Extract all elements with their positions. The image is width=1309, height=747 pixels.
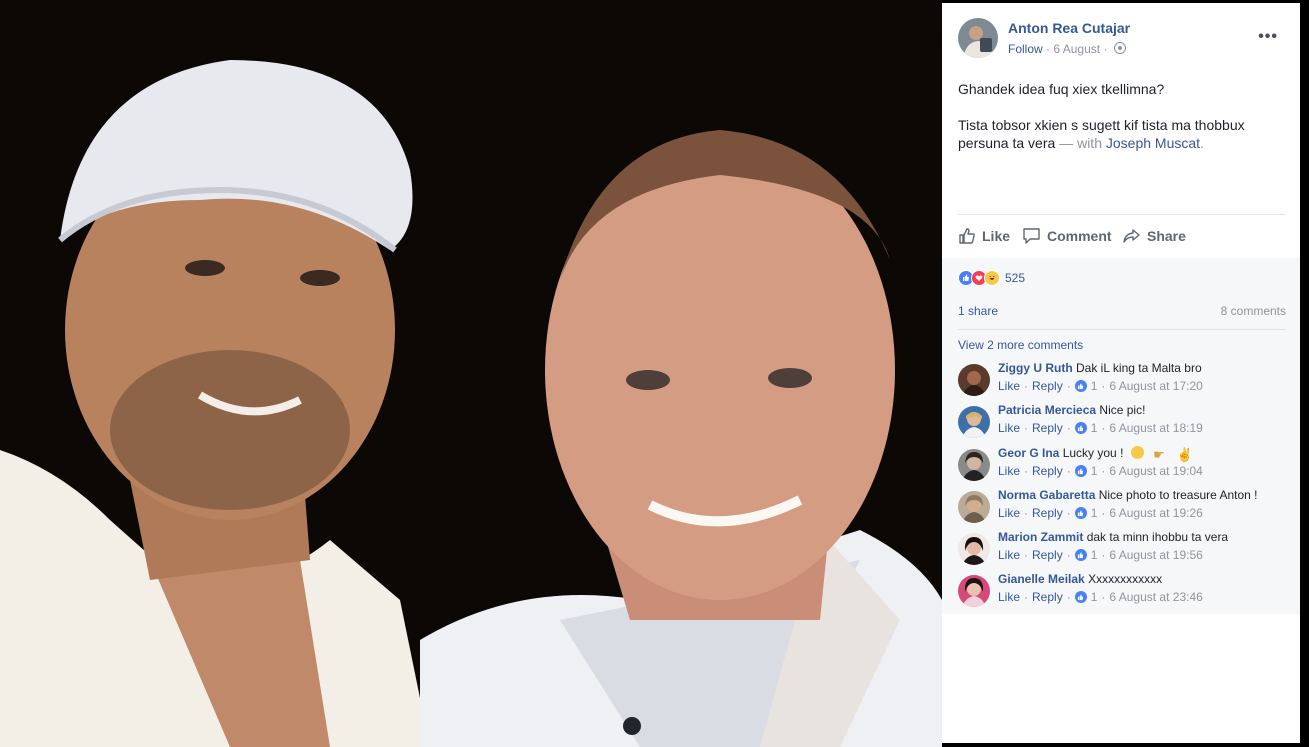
- comment-timestamp[interactable]: 6 August at 17:20: [1109, 379, 1202, 393]
- comment-like-link[interactable]: Like: [998, 464, 1020, 478]
- comment-reply-link[interactable]: Reply: [1032, 548, 1063, 562]
- comment-like-count[interactable]: 1: [1091, 548, 1098, 562]
- share-button[interactable]: Share: [1122, 227, 1186, 245]
- follow-link[interactable]: Follow: [1008, 42, 1043, 56]
- like-button[interactable]: Like: [958, 227, 1010, 245]
- smile-emoji-icon: [1130, 446, 1144, 459]
- view-more-comments-link[interactable]: View 2 more comments: [958, 338, 1083, 352]
- commenter-avatar[interactable]: [958, 575, 990, 607]
- reactions-bar: 525 1 share 8 comments View 2 more comme…: [942, 258, 1300, 362]
- meta-separator: ·: [1046, 42, 1051, 56]
- post-meta: Follow · 6 August ·: [1008, 42, 1126, 56]
- like-label: Like: [982, 228, 1011, 244]
- comment-text: Nice pic!: [1099, 403, 1146, 417]
- commenter-avatar[interactable]: [958, 449, 990, 481]
- author-avatar[interactable]: [958, 18, 998, 58]
- stats-row: 1 share 8 comments: [958, 304, 1286, 318]
- comment-text: Xxxxxxxxxxxx: [1088, 572, 1163, 586]
- commenter-avatar[interactable]: [958, 533, 990, 565]
- victory-hand-emoji-icon: ✌: [1176, 447, 1193, 462]
- comment-like-link[interactable]: Like: [998, 421, 1020, 435]
- like-icon: [1074, 549, 1087, 561]
- haha-icon: [984, 270, 1000, 286]
- post-text-line-2: Tista tobsor xkien s sugett kif tista ma…: [958, 117, 1245, 151]
- comment-reply-link[interactable]: Reply: [1032, 464, 1063, 478]
- photo-image: [0, 0, 942, 747]
- comment-item: Marion Zammit dak ta minn ihobbu ta vera…: [958, 530, 1288, 570]
- pointing-hand-emoji-icon: ☛: [1153, 447, 1165, 462]
- post-header: Anton Rea Cutajar Follow · 6 August · ••…: [958, 18, 1286, 58]
- comment-timestamp[interactable]: 6 August at 19:56: [1109, 548, 1202, 562]
- globe-icon: [1113, 42, 1126, 54]
- comment-timestamp[interactable]: 6 August at 18:19: [1109, 421, 1202, 435]
- commenter-avatar[interactable]: [958, 491, 990, 523]
- comment-timestamp[interactable]: 6 August at 19:26: [1109, 506, 1202, 520]
- post-date[interactable]: 6 August: [1053, 42, 1100, 56]
- meta-separator: ·: [1103, 42, 1108, 56]
- comment-like-count[interactable]: 1: [1091, 421, 1098, 435]
- tagged-person-link[interactable]: Joseph Muscat: [1106, 135, 1200, 151]
- comment-text: Lucky you !: [1062, 446, 1124, 460]
- commenter-name[interactable]: Marion Zammit: [998, 530, 1083, 544]
- commenter-avatar[interactable]: [958, 406, 990, 438]
- share-label: Share: [1147, 228, 1186, 244]
- right-edge: [1300, 0, 1309, 747]
- shares-link[interactable]: 1 share: [958, 304, 998, 318]
- post-actions: Like Comment Share: [958, 214, 1286, 259]
- comment-like-count[interactable]: 1: [1091, 379, 1098, 393]
- like-icon: [1074, 507, 1087, 519]
- comment-like-count[interactable]: 1: [1091, 464, 1098, 478]
- more-options-icon[interactable]: •••: [1258, 28, 1278, 46]
- comment-icon: [1023, 228, 1040, 244]
- post-panel: Anton Rea Cutajar Follow · 6 August · ••…: [942, 3, 1300, 743]
- commenter-name[interactable]: Patricia Mercieca: [998, 403, 1096, 417]
- comment-timestamp[interactable]: 6 August at 23:46: [1109, 590, 1202, 604]
- like-icon: [1074, 591, 1087, 603]
- commenter-name[interactable]: Norma Gabaretta: [998, 488, 1095, 502]
- bottom-edge: [942, 743, 1309, 747]
- comment-reply-link[interactable]: Reply: [1032, 590, 1063, 604]
- comment-item: Patricia Mercieca Nice pic! Like · Reply ·…: [958, 403, 1288, 443]
- comments-count[interactable]: 8 comments: [1221, 304, 1286, 318]
- comment-like-link[interactable]: Like: [998, 548, 1020, 562]
- tag-suffix: .: [1200, 135, 1204, 151]
- commenter-name[interactable]: Gianelle Meilak: [998, 572, 1085, 586]
- comment-button[interactable]: Comment: [1022, 227, 1112, 245]
- comments-list: Ziggy U Ruth Dak iL king ta Malta bro Li…: [942, 358, 1300, 614]
- post-text: Ghandek idea fuq xiex tkellimna? Tista t…: [958, 80, 1278, 170]
- with-prefix: — with: [1059, 135, 1102, 151]
- comment-like-link[interactable]: Like: [998, 379, 1020, 393]
- comment-item: Geor G Ina Lucky you ! ☛ ✌ Like · Reply · …: [958, 446, 1288, 486]
- reaction-count: 525: [1005, 271, 1026, 285]
- comment-like-link[interactable]: Like: [998, 590, 1020, 604]
- comment-label: Comment: [1047, 228, 1112, 244]
- commenter-name[interactable]: Ziggy U Ruth: [998, 361, 1073, 375]
- comment-text: Nice photo to treasure Anton !: [1098, 488, 1258, 502]
- comment-like-link[interactable]: Like: [998, 506, 1020, 520]
- comment-timestamp[interactable]: 6 August at 19:04: [1109, 464, 1202, 478]
- share-icon: [1123, 229, 1140, 243]
- comment-like-count[interactable]: 1: [1091, 590, 1098, 604]
- like-icon: [1074, 422, 1087, 434]
- commenter-avatar[interactable]: [958, 364, 990, 396]
- thumbs-up-icon: [959, 228, 975, 244]
- comment-text: dak ta minn ihobbu ta vera: [1086, 530, 1229, 544]
- like-icon: [1074, 465, 1087, 477]
- comment-item: Norma Gabaretta Nice photo to treasure A…: [958, 488, 1288, 528]
- post-text-line-1: Ghandek idea fuq xiex tkellimna?: [958, 81, 1165, 97]
- comment-text: Dak iL king ta Malta bro: [1076, 361, 1202, 375]
- like-icon: [1074, 380, 1087, 392]
- comment-reply-link[interactable]: Reply: [1032, 379, 1063, 393]
- commenter-name[interactable]: Geor G Ina: [998, 446, 1059, 460]
- comment-reply-link[interactable]: Reply: [1032, 421, 1063, 435]
- author-name[interactable]: Anton Rea Cutajar: [1008, 20, 1130, 36]
- post-photo[interactable]: [0, 0, 942, 747]
- comment-item: Gianelle Meilak Xxxxxxxxxxxx Like · Reply…: [958, 572, 1288, 612]
- comment-reply-link[interactable]: Reply: [1032, 506, 1063, 520]
- reactions-summary[interactable]: 525: [958, 270, 1025, 286]
- comment-like-count[interactable]: 1: [1091, 506, 1098, 520]
- divider: [958, 329, 1286, 330]
- comment-item: Ziggy U Ruth Dak iL king ta Malta bro Li…: [958, 361, 1288, 401]
